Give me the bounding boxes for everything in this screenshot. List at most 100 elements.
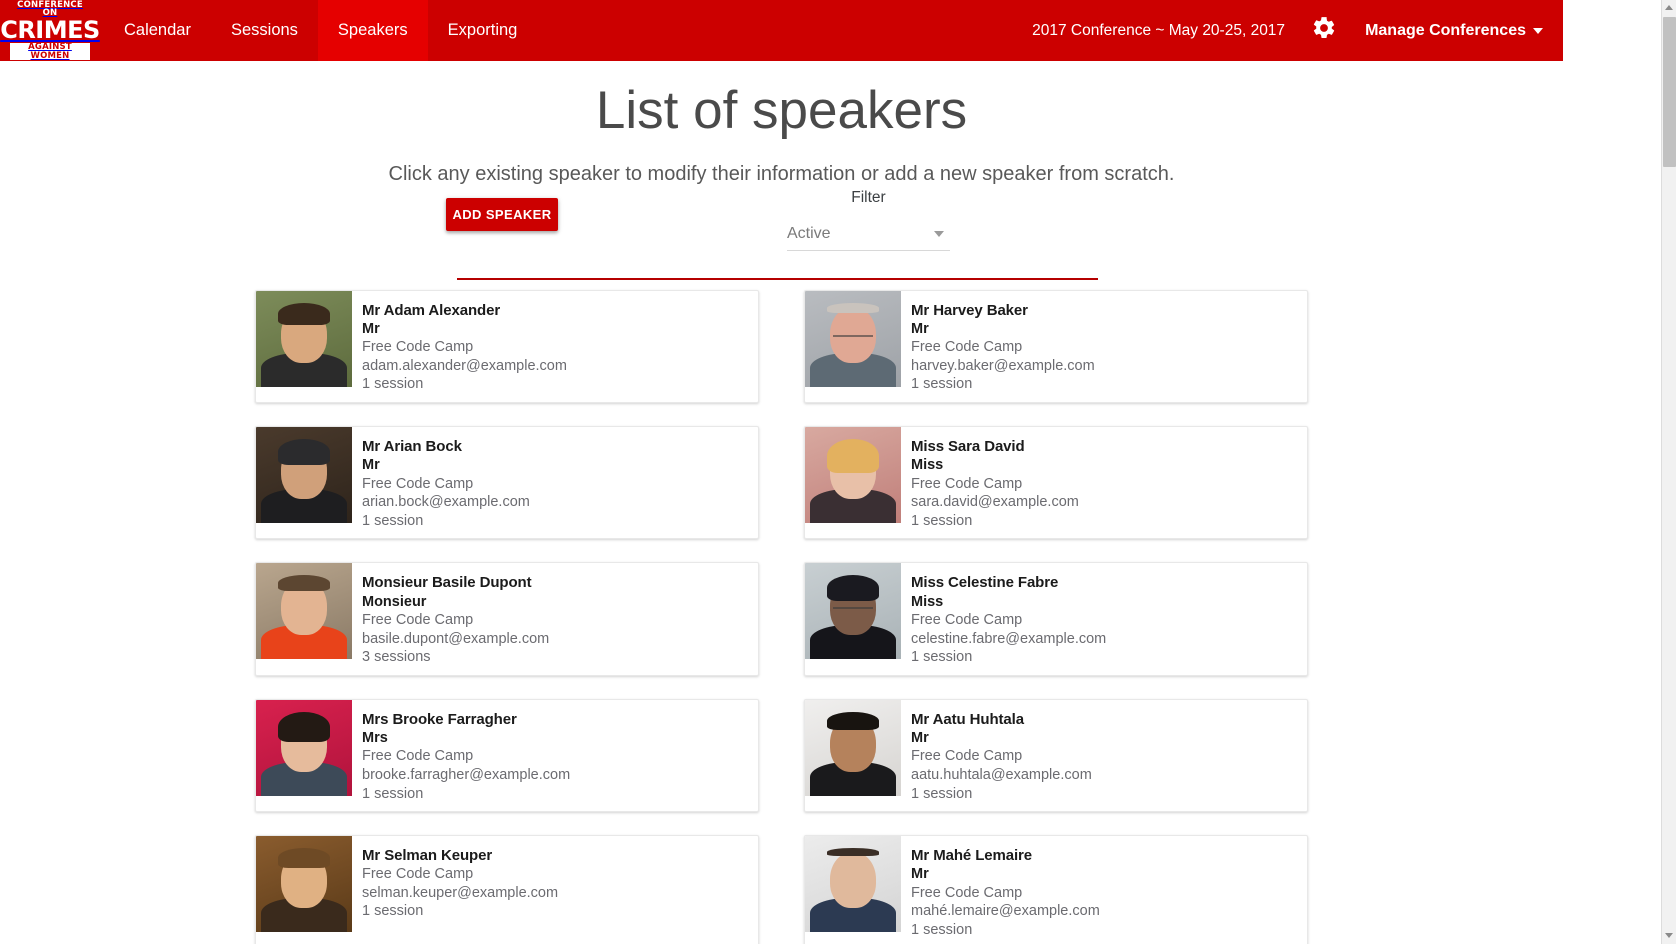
- speaker-organization: Free Code Camp: [911, 339, 1023, 356]
- speaker-email: mahé.lemaire@example.com: [911, 903, 1100, 920]
- portrait-selman-keuper: [256, 836, 352, 933]
- speaker-organization: Free Code Camp: [362, 339, 474, 356]
- manage-conferences-label: Manage Conferences: [1365, 21, 1526, 39]
- speaker-title: Mr: [911, 866, 929, 883]
- chevron-down-icon: [1533, 27, 1543, 34]
- speaker-title: Miss: [911, 457, 944, 474]
- speaker-organization: Free Code Camp: [911, 475, 1023, 492]
- speaker-card[interactable]: Mr Arian Bock Mr Free Code Camp arian.bock@…: [255, 425, 759, 540]
- main-content: List of speakers Click any existing spea…: [0, 61, 1563, 944]
- portrait-adam-alexander: [256, 290, 352, 387]
- filter-label: Filter: [851, 188, 886, 206]
- speaker-session-count: 1 session: [911, 921, 973, 938]
- speaker-session-count: 1 session: [911, 376, 973, 393]
- speaker-email: selman.keuper@example.com: [362, 884, 559, 901]
- speaker-photo: [256, 426, 352, 523]
- speaker-title: Mrs: [362, 729, 388, 746]
- speaker-card[interactable]: Mr Harvey Baker Mr Free Code Camp harvey.ba…: [804, 289, 1308, 403]
- speaker-name: Monsieur Basile Dupont: [362, 574, 532, 592]
- conference-logo: CONFERENCE ON CRIMES AGAINST WOMEN: [0, 1, 100, 61]
- logo-line-3: AGAINST WOMEN: [10, 43, 90, 61]
- portrait-basile-dupont: [256, 563, 352, 660]
- speaker-name: Miss Sara David: [911, 437, 1025, 455]
- speaker-email: sara.david@example.com: [911, 494, 1079, 511]
- speaker-card[interactable]: Miss Celestine Fabre Miss Free Code Camp ce…: [804, 562, 1308, 676]
- nav-item-sessions[interactable]: Sessions: [211, 0, 318, 61]
- speaker-photo: [256, 836, 352, 933]
- speaker-card[interactable]: Mr Selman Keuper Free Code Camp selman.keu…: [255, 835, 759, 944]
- speaker-card[interactable]: Monsieur Basile Dupont Monsieur Free Code …: [255, 562, 759, 676]
- speaker-name: Mrs Brooke Farragher: [362, 710, 517, 728]
- speaker-card-body: Mr Harvey Baker Mr Free Code Camp harvey.ba…: [901, 291, 1307, 402]
- speaker-title: Monsieur: [362, 593, 427, 610]
- browser-viewport: CONFERENCE ON CRIMES AGAINST WOMEN Calen…: [0, 0, 1676, 944]
- speaker-organization: Free Code Camp: [362, 612, 474, 629]
- speaker-session-count: 1 session: [911, 649, 973, 666]
- speaker-organization: Free Code Camp: [362, 475, 474, 492]
- speaker-title: Mr: [911, 320, 929, 337]
- speaker-name: Mr Mahé Lemaire: [911, 847, 1033, 865]
- scroll-down-arrow-icon[interactable]: [1662, 928, 1676, 944]
- speaker-organization: Free Code Camp: [362, 748, 474, 765]
- speaker-card-body: Mr Selman Keuper Free Code Camp selman.keu…: [352, 836, 758, 944]
- logo-line-2: CRIMES: [0, 15, 100, 44]
- page-scrollbar[interactable]: [1661, 0, 1676, 944]
- filter-select[interactable]: Active: [787, 218, 950, 251]
- speaker-card[interactable]: Mr Mahé Lemaire Mr Free Code Camp mahé.lema…: [804, 835, 1308, 944]
- speaker-title: Mr: [362, 457, 380, 474]
- portrait-arian-bock: [256, 426, 352, 523]
- primary-nav: Calendar Sessions Speakers Exporting: [104, 0, 537, 61]
- speaker-card-body: Mr Aatu Huhtala Mr Free Code Camp aatu.huht…: [901, 700, 1307, 811]
- speaker-session-count: 3 sessions: [362, 649, 431, 666]
- nav-item-calendar[interactable]: Calendar: [104, 0, 211, 61]
- speaker-card-grid: Mr Adam Alexander Mr Free Code Camp adam.al…: [0, 289, 1563, 944]
- speaker-email: brooke.farragher@example.com: [362, 767, 571, 783]
- speaker-session-count: 1 session: [911, 512, 973, 529]
- manage-conferences-dropdown[interactable]: Manage Conferences: [1353, 22, 1543, 40]
- speaker-session-count: 1 session: [362, 512, 424, 529]
- settings-button[interactable]: [1295, 0, 1353, 61]
- speaker-name: Mr Arian Bock: [362, 437, 462, 455]
- speaker-card-body: Miss Sara David Miss Free Code Camp sara.da…: [901, 427, 1307, 538]
- add-speaker-button[interactable]: ADD SPEAKER: [446, 197, 558, 231]
- speaker-card-body: Mr Arian Bock Mr Free Code Camp arian.bock@…: [352, 427, 758, 538]
- speaker-title: Mr: [911, 729, 929, 746]
- speaker-name: Mr Selman Keuper: [362, 847, 493, 865]
- scroll-up-arrow-icon[interactable]: [1662, 0, 1676, 16]
- brand-logo-link[interactable]: CONFERENCE ON CRIMES AGAINST WOMEN: [0, 0, 104, 61]
- page-scroll-area: CONFERENCE ON CRIMES AGAINST WOMEN Calen…: [0, 0, 1563, 944]
- speaker-email: aatu.huhtala@example.com: [911, 767, 1092, 783]
- speaker-card[interactable]: Mr Adam Alexander Mr Free Code Camp adam.al…: [255, 289, 759, 403]
- current-conference-label: 2017 Conference ~ May 20-25, 2017: [1032, 21, 1286, 39]
- speaker-organization: Free Code Camp: [911, 884, 1023, 901]
- speaker-photo: [805, 699, 901, 796]
- speaker-session-count: 1 session: [362, 376, 424, 393]
- speaker-email: harvey.baker@example.com: [911, 357, 1095, 374]
- speaker-card[interactable]: Mrs Brooke Farragher Mrs Free Code Camp bro…: [255, 698, 759, 813]
- portrait-sara-david: [805, 426, 901, 523]
- speaker-session-count: 1 session: [911, 785, 973, 802]
- speaker-card[interactable]: Miss Sara David Miss Free Code Camp sara.da…: [804, 425, 1308, 540]
- speaker-photo: [805, 836, 901, 933]
- nav-item-speakers[interactable]: Speakers: [317, 0, 428, 61]
- speaker-organization: Free Code Camp: [911, 748, 1023, 765]
- speaker-name: Mr Adam Alexander: [362, 301, 501, 319]
- speaker-organization: Free Code Camp: [911, 612, 1023, 629]
- scrollbar-thumb[interactable]: [1663, 17, 1676, 167]
- page-title: List of speakers: [595, 81, 968, 140]
- navbar-spacer: [537, 0, 1032, 61]
- speaker-title: Miss: [911, 593, 944, 610]
- portrait-aatu-huhtala: [805, 699, 901, 796]
- speaker-organization: Free Code Camp: [362, 866, 474, 883]
- nav-item-exporting[interactable]: Exporting: [428, 0, 538, 61]
- speaker-name: Mr Aatu Huhtala: [911, 710, 1024, 728]
- portrait-mahe-lemaire: [805, 836, 901, 933]
- page-subtitle: Click any existing speaker to modify the…: [388, 162, 1175, 185]
- speaker-session-count: 1 session: [362, 903, 424, 920]
- speaker-card-body: Mr Adam Alexander Mr Free Code Camp adam.al…: [352, 291, 758, 402]
- filter-group: Filter Active: [787, 189, 950, 251]
- speaker-name: Miss Celestine Fabre: [911, 574, 1059, 592]
- speaker-email: arian.bock@example.com: [362, 494, 530, 511]
- speaker-card[interactable]: Mr Aatu Huhtala Mr Free Code Camp aatu.huht…: [804, 698, 1308, 813]
- speaker-title: Mr: [362, 320, 380, 337]
